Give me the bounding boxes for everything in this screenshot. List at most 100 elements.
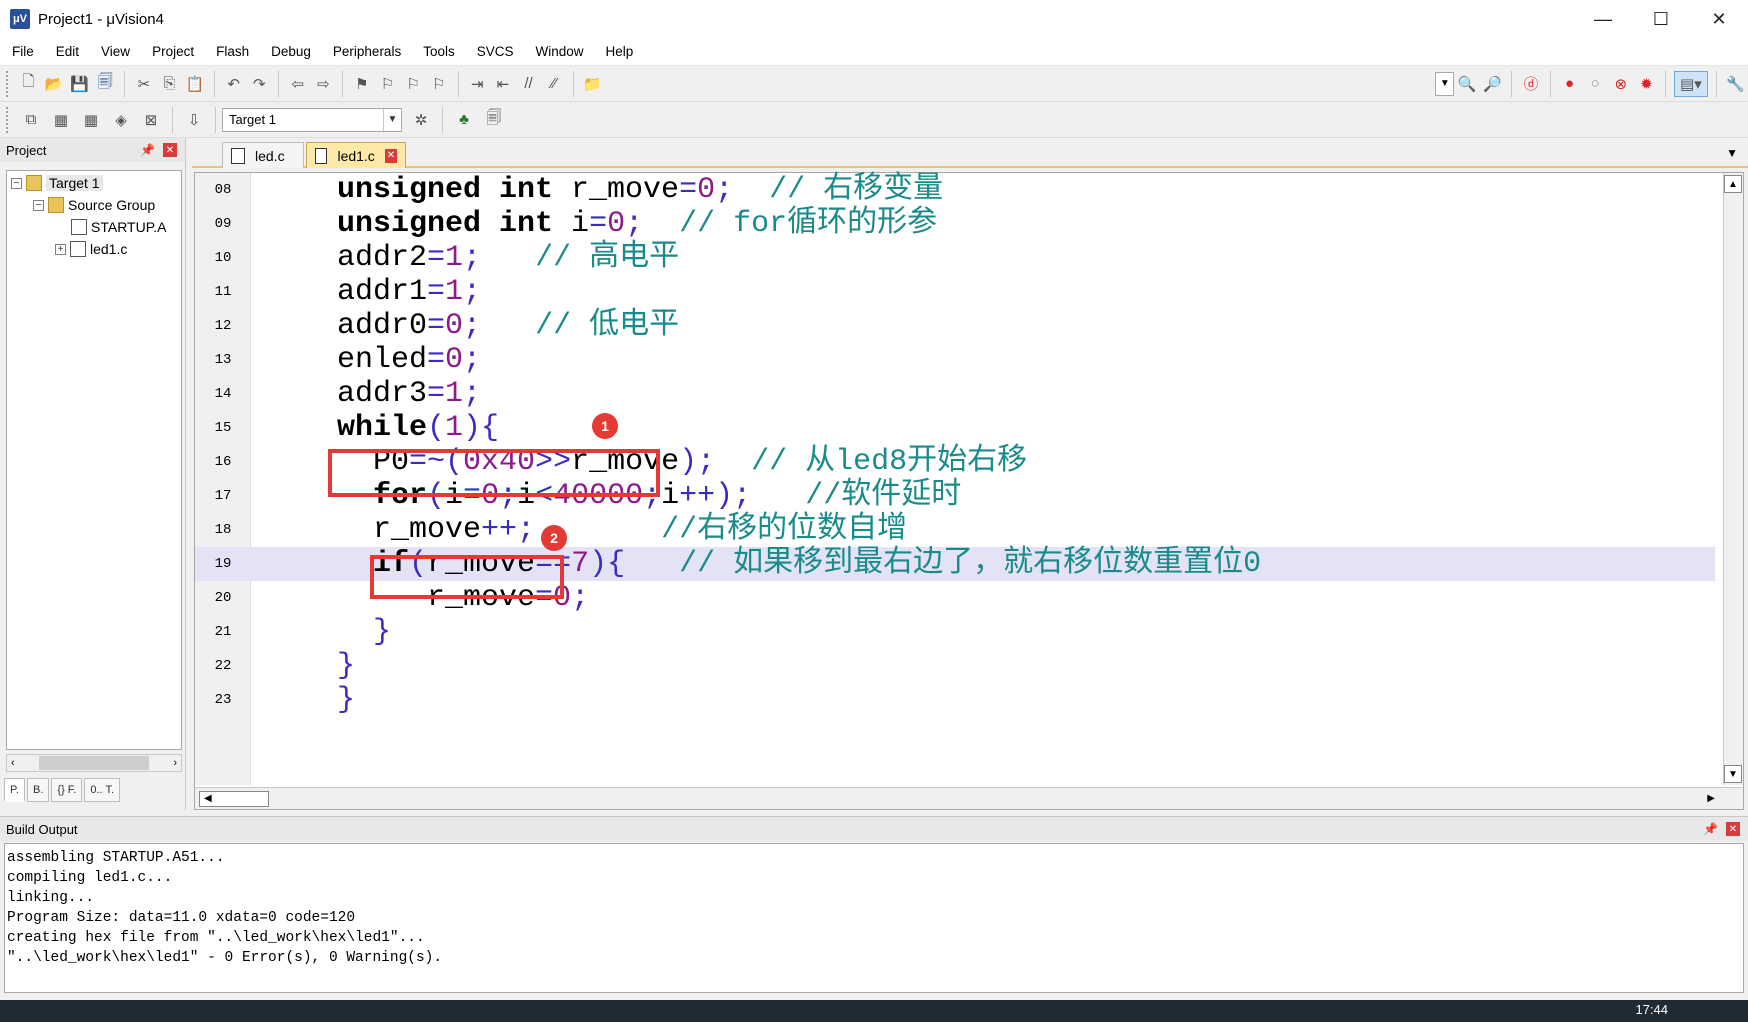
close-icon[interactable]: ✕ [163,143,177,157]
editor-tab-led1[interactable]: led1.c ✕ [306,142,406,168]
start-debug-icon[interactable]: ⓓ [1520,71,1542,97]
rebuild-icon[interactable]: ▦ [78,107,104,133]
indent-icon[interactable]: ⇥ [466,71,488,97]
expand-icon[interactable]: + [55,243,66,255]
kill-breakpoints-icon[interactable]: ✹ [1636,71,1658,97]
translate-icon[interactable]: ⧉ [18,107,44,133]
close-icon[interactable]: ✕ [1726,822,1740,836]
code-line[interactable]: 18 r_move++; //右移的位数自增 [195,513,1715,547]
scroll-right-icon[interactable]: ▶ [1707,793,1715,804]
undo-icon[interactable]: ↶ [223,71,245,97]
toolbar-grip[interactable] [6,70,10,97]
tab-list-dropdown-icon[interactable]: ▼ [1726,146,1738,160]
menu-debug[interactable]: Debug [259,44,321,59]
editor-tab-led[interactable]: led.c [222,142,304,168]
code-line[interactable]: 13 enled=0; [195,343,1715,377]
pin-icon[interactable]: 📌 [1703,822,1718,836]
tab-functions[interactable]: {} F. [51,778,83,802]
build-icon[interactable]: ▦ [48,107,74,133]
tree-node-led1[interactable]: + led1.c [55,241,127,257]
save-all-icon[interactable]: 🗐 [95,71,117,97]
collapse-icon[interactable]: − [33,199,44,211]
navigate-back-icon[interactable]: ⇦ [287,71,309,97]
uncomment-icon[interactable]: ⁄⁄ [543,71,565,97]
menu-help[interactable]: Help [594,44,644,59]
batch-build-icon[interactable]: ◈ [108,107,134,133]
menu-tools[interactable]: Tools [411,44,465,59]
stop-build-icon[interactable]: ⊠ [138,107,164,133]
code-line[interactable]: 09 unsigned int i=0; // for循环的形参 [195,207,1715,241]
close-icon[interactable]: ✕ [384,148,397,163]
scroll-left-icon[interactable]: ‹ [11,757,15,769]
menu-peripherals[interactable]: Peripherals [321,44,411,59]
code-line[interactable]: 11 addr1=1; [195,275,1715,309]
maximize-button[interactable]: ☐ [1632,0,1690,38]
download-icon[interactable]: ⇩ [181,107,207,133]
tab-project[interactable]: P. [4,778,25,802]
menu-file[interactable]: File [0,44,44,59]
menu-svcs[interactable]: SVCS [465,44,524,59]
bookmark-clear-icon[interactable]: ⚐ [428,71,450,97]
enable-breakpoint-icon[interactable]: ○ [1584,71,1606,97]
code-line[interactable]: 21} [195,615,1715,649]
window-layout-icon[interactable]: ▤▾ [1674,70,1708,97]
menu-project[interactable]: Project [140,44,204,59]
manage-components-icon[interactable]: ♣ [451,107,477,133]
open-file-icon[interactable]: 📂 [43,71,65,97]
chevron-down-icon[interactable]: ▼ [383,108,401,131]
code-editor[interactable]: 08 unsigned int r_move=0; // 右移变量 09 unsign… [194,172,1744,810]
tree-node-startup[interactable]: STARTUP.A [71,219,166,235]
configure-icon[interactable]: 🔧 [1725,71,1747,97]
bookmark-toggle-icon[interactable]: ⚑ [351,71,373,97]
bookmark-prev-icon[interactable]: ⚐ [377,71,399,97]
menu-edit[interactable]: Edit [44,44,89,59]
scroll-up-icon[interactable]: ▲ [1724,175,1742,193]
menu-flash[interactable]: Flash [204,44,259,59]
code-line[interactable]: 08 unsigned int r_move=0; // 右移变量 [195,173,1715,207]
editor-hscroll[interactable]: ◀ ▶ [195,787,1743,809]
scroll-thumb[interactable] [39,756,149,770]
code-line[interactable]: 22} [195,649,1715,683]
find-in-files-icon[interactable]: 📁 [582,71,604,97]
disable-breakpoints-icon[interactable]: ⊗ [1610,71,1632,97]
code-line[interactable]: 15 while(1){ [195,411,1715,445]
code-line[interactable]: 14 addr3=1; [195,377,1715,411]
incremental-find-icon[interactable]: 🔎 [1482,71,1504,97]
menu-view[interactable]: View [89,44,140,59]
minimize-button[interactable]: — [1574,0,1632,38]
project-tree-hscroll[interactable]: ‹ › [6,754,182,772]
new-file-icon[interactable]: 🗋 [18,71,40,97]
find-combo-dropdown[interactable]: ▼ [1435,71,1455,96]
collapse-icon[interactable]: − [11,177,22,189]
save-icon[interactable]: 💾 [69,71,91,97]
insert-breakpoint-icon[interactable]: ● [1559,71,1581,97]
navigate-forward-icon[interactable]: ⇨ [313,71,335,97]
editor-vscroll[interactable]: ▲ ▼ [1723,173,1743,785]
redo-icon[interactable]: ↷ [248,71,270,97]
tab-books[interactable]: B. [26,778,50,802]
tab-templates[interactable]: 0.. T. [84,778,121,802]
code-line[interactable]: 12 addr0=0; // 低电平 [195,309,1715,343]
find-icon[interactable]: 🔍 [1456,71,1478,97]
tree-node-source-group[interactable]: − Source Group [33,197,155,213]
toolbar-grip[interactable] [6,106,10,133]
build-output-text[interactable]: assembling STARTUP.A51... compiling led1… [4,843,1744,993]
code-line[interactable]: 23} [195,683,1715,717]
target-options-icon[interactable]: ✲ [408,107,434,133]
scroll-right-icon[interactable]: › [173,757,177,769]
pin-icon[interactable]: 📌 [140,143,155,157]
paste-icon[interactable]: 📋 [184,71,206,97]
bookmark-next-icon[interactable]: ⚐ [402,71,424,97]
scroll-down-icon[interactable]: ▼ [1724,765,1742,783]
code-line[interactable]: 10 addr2=1; // 高电平 [195,241,1715,275]
close-button[interactable]: ✕ [1690,0,1748,38]
target-select[interactable]: Target 1 ▼ [222,107,402,132]
manage-books-icon[interactable]: 🗐 [481,107,507,133]
cut-icon[interactable]: ✂ [133,71,155,97]
menu-window[interactable]: Window [523,44,593,59]
scroll-left-icon[interactable]: ◀ [199,790,269,807]
unindent-icon[interactable]: ⇤ [492,71,514,97]
comment-icon[interactable]: // [518,71,540,97]
copy-icon[interactable]: ⎘ [159,71,181,97]
tree-node-target[interactable]: − Target 1 [11,175,103,191]
